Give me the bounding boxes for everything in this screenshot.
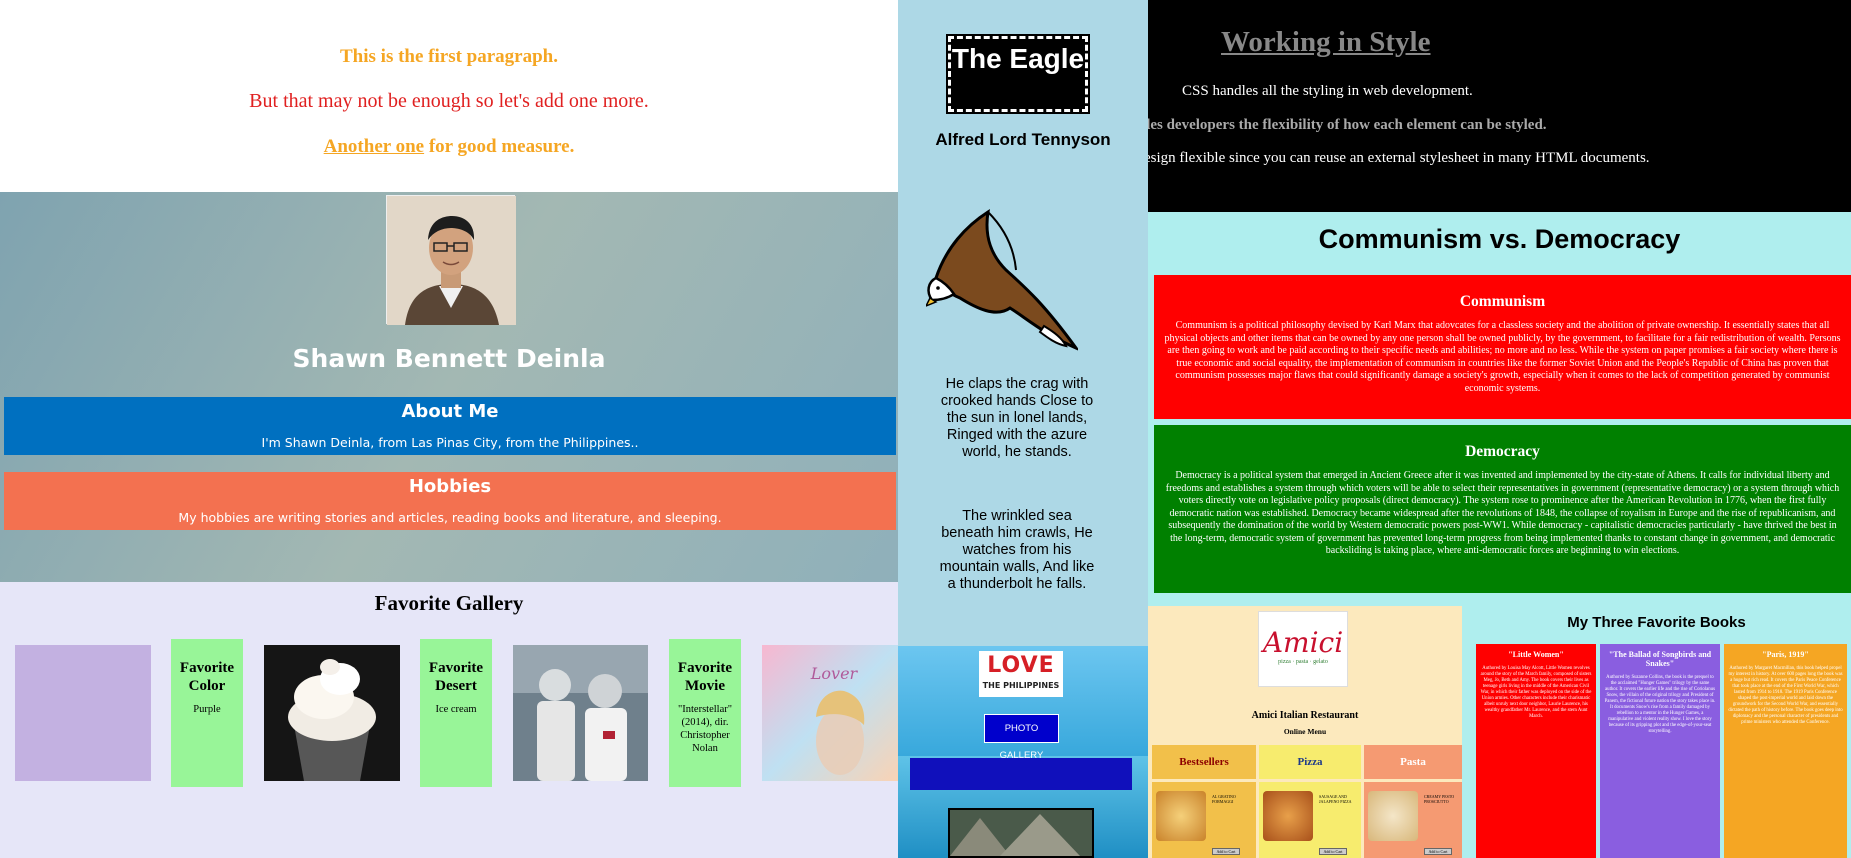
amici-logo: Amici pizza · pasta · gelato [1258, 611, 1348, 687]
tab-pizza[interactable]: Pizza [1259, 745, 1361, 779]
favorite-movie-card: Favorite Movie "Interstellar" (2014), di… [669, 639, 741, 787]
lover-album-image: Lover [762, 645, 898, 781]
democracy-section: Democracy Democracy is a political syste… [1154, 425, 1851, 593]
favorite-desert-title: Favorite Desert [428, 660, 484, 694]
add-to-cart-button[interactable]: Add to Cart [1424, 848, 1452, 855]
style-line-1: CSS handles all the styling in web devel… [1182, 83, 1473, 99]
favorite-books-panel: My Three Favorite Books "Little Women" A… [1462, 606, 1851, 858]
communism-text: Communism is a political philosophy devi… [1164, 320, 1841, 394]
restaurant-name: Amici Italian Restaurant [1251, 710, 1359, 721]
eagle-poem-panel: The Eagle Alfred Lord Tennyson He claps … [898, 0, 1148, 646]
lover-script: Lover [810, 664, 859, 683]
purple-swatch [15, 645, 151, 781]
profile-panel: Shawn Bennett Deinla About Me I'm Shawn … [0, 192, 898, 582]
favorite-color-value: Purple [193, 704, 221, 715]
poem-stanza-1: He claps the crag with crooked hands Clo… [940, 376, 1094, 460]
tab-pasta[interactable]: Pasta [1364, 745, 1462, 779]
about-me-section: About Me I'm Shawn Deinla, from Las Pina… [4, 397, 896, 455]
book-title: "Paris, 1919" [1762, 650, 1809, 659]
add-to-cart-button[interactable]: Add to Cart [1212, 848, 1240, 855]
food-image [1263, 791, 1313, 841]
love-philippines-logo: LOVE THE PHILIPPINES [979, 651, 1063, 697]
book-description: Authored by Louisa May Alcott, Little Wo… [1480, 666, 1592, 719]
first-paragraph: This is the first paragraph. [340, 46, 558, 67]
poem-title: The Eagle [946, 34, 1090, 114]
ice-cream-image [264, 645, 400, 781]
amici-logo-text: Amici [1262, 626, 1344, 659]
communism-heading: Communism [1459, 293, 1546, 310]
tab-bestsellers[interactable]: Bestsellers [1152, 745, 1256, 779]
philippines-panel: LOVE THE PHILIPPINES PHOTO GALLERY [898, 646, 1148, 858]
profile-photo [386, 195, 516, 325]
third-paragraph: Another one for good measure. [0, 136, 898, 158]
profile-name: Shawn Bennett Deinla [292, 344, 606, 373]
about-me-heading: About Me [401, 401, 499, 422]
paragraphs-panel: This is the first paragraph. But that ma… [0, 0, 898, 192]
politics-title: Communism vs. Democracy [1318, 224, 1681, 254]
favorite-desert-card: Favorite Desert Ice cream [420, 639, 492, 787]
food-image [1368, 791, 1418, 841]
favorite-movie-value: "Interstellar" (2014), dir. Christopher … [677, 704, 733, 754]
book-title: "Little Women" [1508, 650, 1564, 659]
about-me-text: I'm Shawn Deinla, from Las Pinas City, f… [261, 435, 639, 450]
communism-section: Communism Communism is a political philo… [1154, 275, 1851, 419]
another-one-link[interactable]: Another one [324, 136, 424, 157]
democracy-text: Democracy is a political system that eme… [1165, 470, 1840, 556]
favorite-movie-title: Favorite Movie [677, 660, 733, 694]
book-title: "The Ballad of Songbirds and Snakes" [1608, 650, 1712, 668]
interstellar-image [513, 645, 648, 781]
book-paris-1919: "Paris, 1919" Authored by Margaret Macmi… [1724, 644, 1847, 858]
menu-item-name: AL GRATINO FORMAGGI [1212, 794, 1236, 804]
favorite-gallery-panel: Favorite Gallery Favorite Color Purple F… [0, 582, 898, 858]
eagle-icon [924, 208, 1081, 356]
third-paragraph-rest: for good measure. [424, 136, 575, 157]
philippines-text-box [910, 758, 1132, 790]
food-image [1156, 791, 1206, 841]
love-text: LOVE [987, 653, 1055, 678]
books-title: My Three Favorite Books [1567, 614, 1746, 631]
book-description: Authored by Suzanne Collins, the book is… [1604, 675, 1716, 734]
gallery-title: Favorite Gallery [374, 591, 524, 615]
hobbies-heading: Hobbies [408, 476, 492, 497]
philippines-photo [948, 808, 1094, 858]
book-songbirds-snakes: "The Ballad of Songbirds and Snakes" Aut… [1600, 644, 1720, 858]
second-paragraph: But that may not be enough so let's add … [249, 90, 649, 112]
menu-item-name: CREAMY PESTO PROSCIUTTO [1424, 794, 1455, 804]
favorite-color-card: Favorite Color Purple [171, 639, 243, 787]
photo-gallery-button[interactable]: PHOTO GALLERY [984, 714, 1059, 761]
poem-stanza-2: The wrinkled sea beneath him crawls, He … [939, 508, 1095, 592]
style-line-3: esign flexible since you can reuse an ex… [1148, 150, 1650, 166]
working-in-style-panel: Working in Style CSS handles all the sty… [1148, 0, 1851, 212]
book-little-women: "Little Women" Authored by Louisa May Al… [1476, 644, 1596, 858]
democracy-heading: Democracy [1465, 443, 1540, 460]
menu-item-pizza: SAUSAGE AND JALAPENO PIZZA Add to Cart [1259, 782, 1361, 858]
amici-logo-subtext: pizza · pasta · gelato [1278, 659, 1328, 665]
menu-item-pasta: CREAMY PESTO PROSCIUTTO Add to Cart [1364, 782, 1462, 858]
online-menu-label: Online Menu [1283, 727, 1327, 736]
philippines-text: THE PHILIPPINES [982, 681, 1060, 690]
add-to-cart-button[interactable]: Add to Cart [1319, 848, 1347, 855]
hobbies-section: Hobbies My hobbies are writing stories a… [4, 472, 896, 530]
menu-item-name: SAUSAGE AND JALAPENO PIZZA [1319, 794, 1352, 804]
politics-panel: Communism vs. Democracy Communism Commun… [1148, 212, 1851, 606]
book-description: Authored by Margaret Macmillan, this boo… [1728, 666, 1843, 725]
poem-author: Alfred Lord Tennyson [935, 130, 1111, 149]
style-line-2: des developers the flexibility of how ea… [1148, 117, 1547, 133]
favorite-desert-value: Ice cream [435, 704, 477, 715]
hobbies-text: My hobbies are writing stories and artic… [178, 510, 722, 525]
favorite-color-title: Favorite Color [179, 660, 235, 694]
style-title: Working in Style [1221, 26, 1431, 58]
menu-item-bestseller: AL GRATINO FORMAGGI Add to Cart [1152, 782, 1256, 858]
amici-menu-panel: Amici pizza · pasta · gelato Amici Itali… [1148, 606, 1462, 858]
